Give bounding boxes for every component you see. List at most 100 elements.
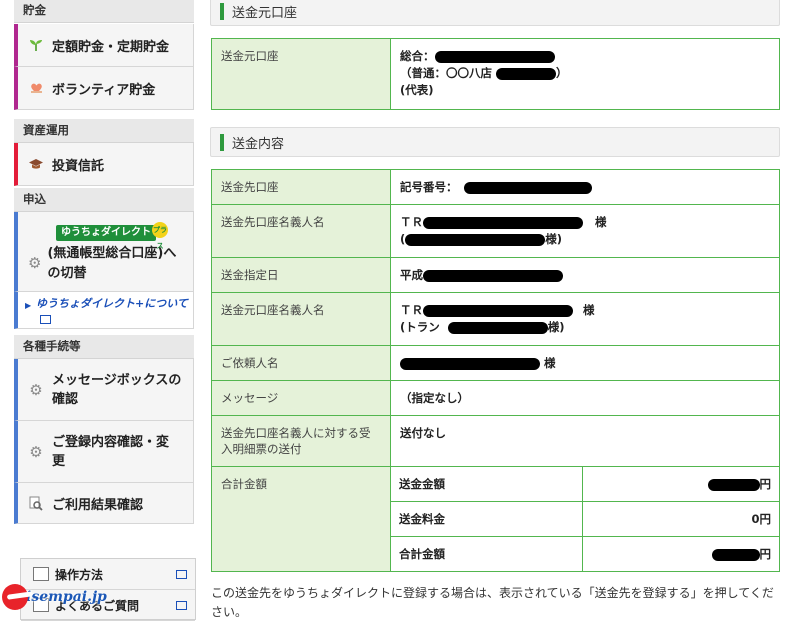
sidebar-item-label: ご登録内容確認・変更 (52, 434, 170, 469)
source-account-table: 送金元口座 総合： （普通：〇〇八店 ） (代表) (211, 38, 780, 110)
row-value: 平成 (390, 257, 780, 293)
sidebar-item-yucho-direct-switch[interactable]: ゆうちょダイレクト プラス ⚙ (無通帳型総合口座)への切替 (14, 212, 194, 292)
sprout-icon (28, 37, 44, 53)
sidebar-item-usage-results[interactable]: ご利用結果確認 (14, 483, 194, 524)
new-window-icon (176, 569, 187, 579)
watermark-text: isempai.jp (26, 588, 107, 605)
row-value: ＴＲ 様 (トラン 様) (390, 292, 780, 346)
row-value: （指定なし） (390, 380, 780, 416)
section-accent-bar (220, 133, 224, 151)
row-label: 送金元口座名義人名 (211, 292, 391, 346)
redacted-block (463, 181, 592, 194)
new-window-icon (176, 600, 187, 610)
gear-icon: ⚙ (29, 442, 43, 461)
category-savings: 貯金 (14, 0, 194, 23)
help-link-label: 操作方法 (55, 567, 104, 582)
redacted-block (434, 50, 555, 63)
row-label: 送金元口座 (211, 38, 391, 110)
name-kana-prefix: (トラン (400, 320, 440, 334)
row-label: 送金指定日 (211, 257, 391, 293)
watermark: isempai.jp (0, 582, 120, 611)
sidebar: 貯金 定額貯金・定期貯金 ボランティア貯金 資産運用 投資信託 申込 ゆうちょダ… (14, 0, 194, 524)
yucho-direct-badge-wrap: ゆうちょダイレクト プラス (18, 222, 194, 250)
table-row: 合計金額 送金金額 円 (211, 466, 780, 572)
fee-value: 0円 (582, 501, 780, 537)
section-header-transfer-details: 送金内容 (210, 127, 780, 157)
sum-label: 合計金額 (390, 536, 583, 572)
row-label: 合計金額 (211, 466, 391, 572)
table-row: 送金元口座名義人名 ＴＲ 様 (トラン 様) (211, 292, 780, 346)
table-row: 送金元口座 総合： （普通：〇〇八店 ） (代表) (211, 38, 780, 110)
representative-tag: (代表) (400, 83, 434, 97)
document-icon (33, 567, 49, 581)
redacted-block (423, 304, 573, 317)
account-number-prefix: 記号番号： (400, 180, 458, 194)
main-content: 送金元口座 送金元口座 総合： （普通：〇〇八店 ） (代表) 送金内容 送金先… (210, 0, 780, 622)
row-label: メッセージ (211, 380, 391, 416)
table-row: 送金先口座 記号番号： (211, 169, 780, 205)
register-destination-note: この送金先をゆうちょダイレクトに登録する場合は、表示されている「送金先を登録する… (211, 586, 774, 619)
honorific: 様) (545, 232, 563, 246)
watermark-logo-icon (2, 583, 28, 610)
table-row: ご依頼人名 様 (211, 345, 780, 381)
honorific: 様) (547, 320, 565, 334)
sidebar-item-volunteer-savings[interactable]: ボランティア貯金 (14, 67, 194, 110)
era-prefix: 平成 (400, 268, 423, 282)
section-accent-bar (220, 2, 224, 20)
sidebar-item-label: 投資信託 (52, 158, 105, 174)
row-value: ＴＲ 様 (様) (390, 204, 780, 258)
section-title: 送金元口座 (232, 5, 298, 21)
sidebar-item-registration-info[interactable]: ⚙ ご登録内容確認・変更 (14, 421, 194, 483)
row-value: 送付なし (390, 415, 780, 467)
table-row: 送金指定日 平成 (211, 257, 780, 293)
category-application: 申込 (14, 188, 194, 212)
sidebar-item-label: ご利用結果確認 (52, 497, 144, 513)
honorific: 様 (595, 215, 607, 229)
sidebar-item-investment-trust[interactable]: 投資信託 (14, 143, 194, 186)
table-row: 送金先口座名義人に対する受入明細票の送付 送付なし (211, 415, 780, 467)
fee-label: 送金料金 (390, 501, 583, 537)
amount-value: 円 (582, 466, 780, 502)
sidebar-item-label: ボランティア貯金 (52, 82, 156, 98)
magnifier-document-icon (28, 495, 44, 511)
account-summary: 総合： (400, 49, 435, 63)
gear-icon: ⚙ (28, 254, 42, 272)
redacted-block (400, 357, 540, 370)
triangle-right-icon: ▶ (25, 301, 32, 310)
row-label: 送金先口座名義人に対する受入明細票の送付 (211, 415, 391, 467)
category-investment: 資産運用 (14, 119, 194, 143)
sum-value: 円 (582, 536, 780, 572)
section-title: 送金内容 (232, 136, 285, 152)
amount-label: 送金金額 (390, 466, 583, 502)
table-row: メッセージ （指定なし） (211, 380, 780, 416)
branch-info: （普通：〇〇八店 (400, 66, 492, 80)
transfer-details-table: 送金先口座 記号番号： 送金先口座名義人名 ＴＲ 様 (様) 送金指定日 平成 送… (211, 169, 780, 572)
name-prefix: ＴＲ (400, 303, 423, 317)
redacted-block (496, 67, 557, 80)
redacted-block (707, 478, 760, 491)
mortarboard-icon (28, 156, 44, 172)
redacted-block (405, 233, 546, 246)
row-value: 記号番号： (390, 169, 780, 205)
branch-info-suffix: ） (556, 66, 568, 80)
new-window-icon (40, 314, 51, 324)
row-value: 様 (390, 345, 780, 381)
honorific: 様 (544, 356, 556, 370)
sublink-text: ゆうちょダイレクト+について (36, 297, 188, 310)
sidebar-item-message-box[interactable]: ⚙ メッセージボックスの確認 (14, 359, 194, 421)
redacted-block (423, 269, 563, 282)
sidebar-item-label: メッセージボックスの確認 (52, 372, 182, 407)
gear-icon: ⚙ (29, 380, 43, 399)
row-value: 総合： （普通：〇〇八店 ） (代表) (390, 38, 780, 110)
yucho-direct-plus-about-link[interactable]: ▶ ゆうちょダイレクト+について (14, 292, 194, 329)
currency-unit: 円 (759, 547, 772, 561)
currency-unit: 円 (759, 477, 772, 491)
sidebar-item-fixed-savings[interactable]: 定額貯金・定期貯金 (14, 24, 194, 67)
plus-badge: プラス (152, 222, 168, 250)
redacted-block (447, 321, 548, 334)
heart-hand-icon (28, 80, 44, 96)
section-header-source-account: 送金元口座 (210, 0, 780, 26)
yucho-badge-text: ゆうちょダイレクト (61, 227, 151, 238)
redacted-block (711, 548, 760, 561)
row-label: ご依頼人名 (211, 345, 391, 381)
